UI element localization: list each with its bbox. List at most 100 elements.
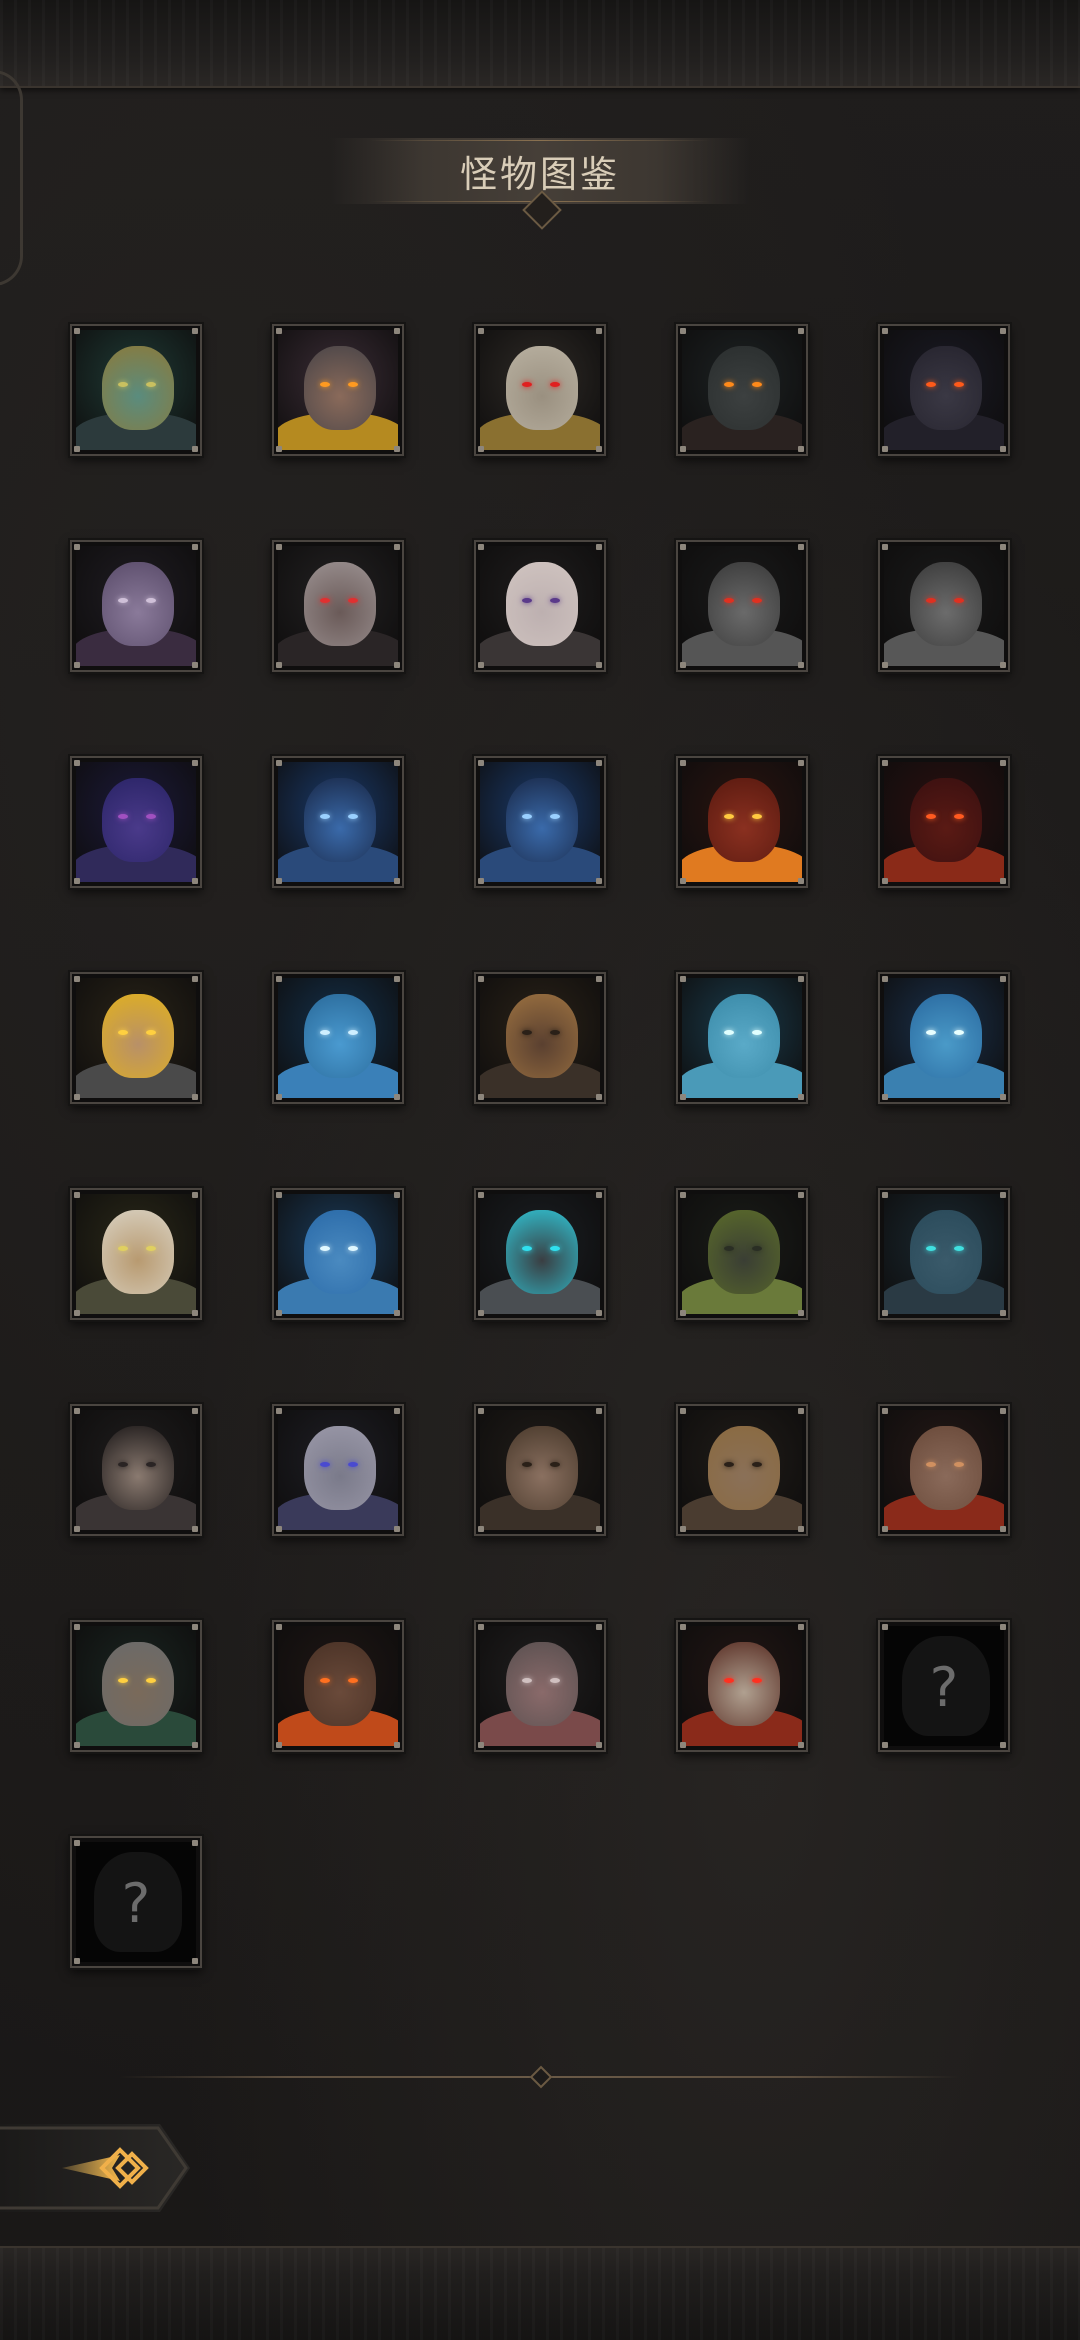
frame-rivet	[74, 1094, 80, 1100]
frame-rivet	[276, 446, 282, 452]
monster-slot[interactable]	[676, 324, 808, 456]
monster-slot[interactable]	[676, 756, 808, 888]
monster-portrait	[278, 1626, 398, 1746]
frame-rivet	[882, 878, 888, 884]
monster-head	[708, 1426, 780, 1510]
monster-slot[interactable]	[878, 756, 1010, 888]
monster-eye	[146, 1030, 156, 1035]
frame-rivet	[192, 1094, 198, 1100]
monster-eye	[348, 814, 358, 819]
monster-head	[102, 1426, 174, 1510]
monster-slot[interactable]	[878, 972, 1010, 1104]
monster-eye	[118, 1678, 128, 1683]
page-title: 怪物图鉴	[460, 153, 620, 196]
frame-rivet	[394, 1742, 400, 1748]
monster-slot[interactable]	[70, 1188, 202, 1320]
monster-slot[interactable]	[474, 1188, 606, 1320]
monster-slot[interactable]	[70, 1404, 202, 1536]
frame-rivet	[1000, 544, 1006, 550]
frame-rivet	[798, 1408, 804, 1414]
frame-rivet	[74, 1958, 80, 1964]
monster-slot[interactable]	[272, 972, 404, 1104]
frame-rivet	[192, 1840, 198, 1846]
monster-slot[interactable]	[272, 324, 404, 456]
frame-rivet	[596, 1094, 602, 1100]
frame-rivet	[798, 1526, 804, 1532]
frame-rivet	[478, 1526, 484, 1532]
monster-eye	[954, 598, 964, 603]
monster-slot[interactable]: ?	[70, 1836, 202, 1968]
frame-rivet	[276, 760, 282, 766]
frame-rivet	[478, 1094, 484, 1100]
monster-slot[interactable]	[70, 540, 202, 672]
monster-eye	[550, 1246, 560, 1251]
monster-slot[interactable]	[272, 1404, 404, 1536]
monster-slot[interactable]	[70, 1620, 202, 1752]
monster-slot[interactable]	[474, 972, 606, 1104]
monster-slot[interactable]	[676, 1620, 808, 1752]
back-button[interactable]	[0, 2124, 190, 2212]
monster-eye	[954, 382, 964, 387]
frame-rivet	[192, 878, 198, 884]
monster-eye	[752, 1462, 762, 1467]
frame-rivet	[192, 544, 198, 550]
monster-head	[304, 1426, 376, 1510]
monster-portrait	[76, 1410, 196, 1530]
monster-slot[interactable]	[70, 324, 202, 456]
monster-slot[interactable]	[676, 1188, 808, 1320]
monster-slot[interactable]	[878, 540, 1010, 672]
frame-rivet	[680, 1408, 686, 1414]
monster-slot[interactable]	[676, 1404, 808, 1536]
frame-rivet	[596, 662, 602, 668]
monster-slot[interactable]	[676, 540, 808, 672]
frame-rivet	[798, 328, 804, 334]
monster-slot[interactable]	[272, 1620, 404, 1752]
monster-eye	[550, 814, 560, 819]
monster-slot[interactable]	[474, 540, 606, 672]
monster-portrait	[76, 762, 196, 882]
frame-rivet	[74, 1192, 80, 1198]
monster-head	[304, 346, 376, 430]
frame-rivet	[680, 544, 686, 550]
monster-eye	[146, 814, 156, 819]
monster-slot[interactable]	[676, 972, 808, 1104]
monster-head	[910, 778, 982, 862]
frame-rivet	[882, 1094, 888, 1100]
monster-slot[interactable]	[474, 1404, 606, 1536]
monster-eye	[752, 1678, 762, 1683]
monster-slot[interactable]	[474, 756, 606, 888]
monster-portrait	[884, 330, 1004, 450]
frame-rivet	[596, 976, 602, 982]
monster-eye	[348, 382, 358, 387]
monster-eye	[118, 1246, 128, 1251]
monster-eye	[146, 1462, 156, 1467]
monster-eye	[926, 1030, 936, 1035]
frame-rivet	[394, 878, 400, 884]
monster-portrait	[884, 1410, 1004, 1530]
frame-rivet	[1000, 976, 1006, 982]
monster-eye	[320, 1246, 330, 1251]
monster-slot[interactable]	[474, 324, 606, 456]
monster-eye	[522, 1030, 532, 1035]
frame-rivet	[680, 1624, 686, 1630]
monster-portrait	[76, 546, 196, 666]
monster-eye	[724, 814, 734, 819]
monster-slot[interactable]	[878, 1404, 1010, 1536]
frame-rivet	[74, 662, 80, 668]
frame-rivet	[74, 1526, 80, 1532]
bottom-ornament-band	[0, 2246, 1080, 2340]
monster-slot[interactable]: ?	[878, 1620, 1010, 1752]
monster-slot[interactable]	[272, 756, 404, 888]
monster-slot[interactable]	[70, 972, 202, 1104]
monster-slot[interactable]	[70, 756, 202, 888]
monster-portrait	[76, 1194, 196, 1314]
monster-slot[interactable]	[272, 540, 404, 672]
frame-rivet	[74, 760, 80, 766]
monster-slot[interactable]	[878, 1188, 1010, 1320]
frame-rivet	[680, 976, 686, 982]
frame-rivet	[478, 446, 484, 452]
monster-head	[506, 1210, 578, 1294]
monster-slot[interactable]	[474, 1620, 606, 1752]
monster-slot[interactable]	[878, 324, 1010, 456]
monster-slot[interactable]	[272, 1188, 404, 1320]
